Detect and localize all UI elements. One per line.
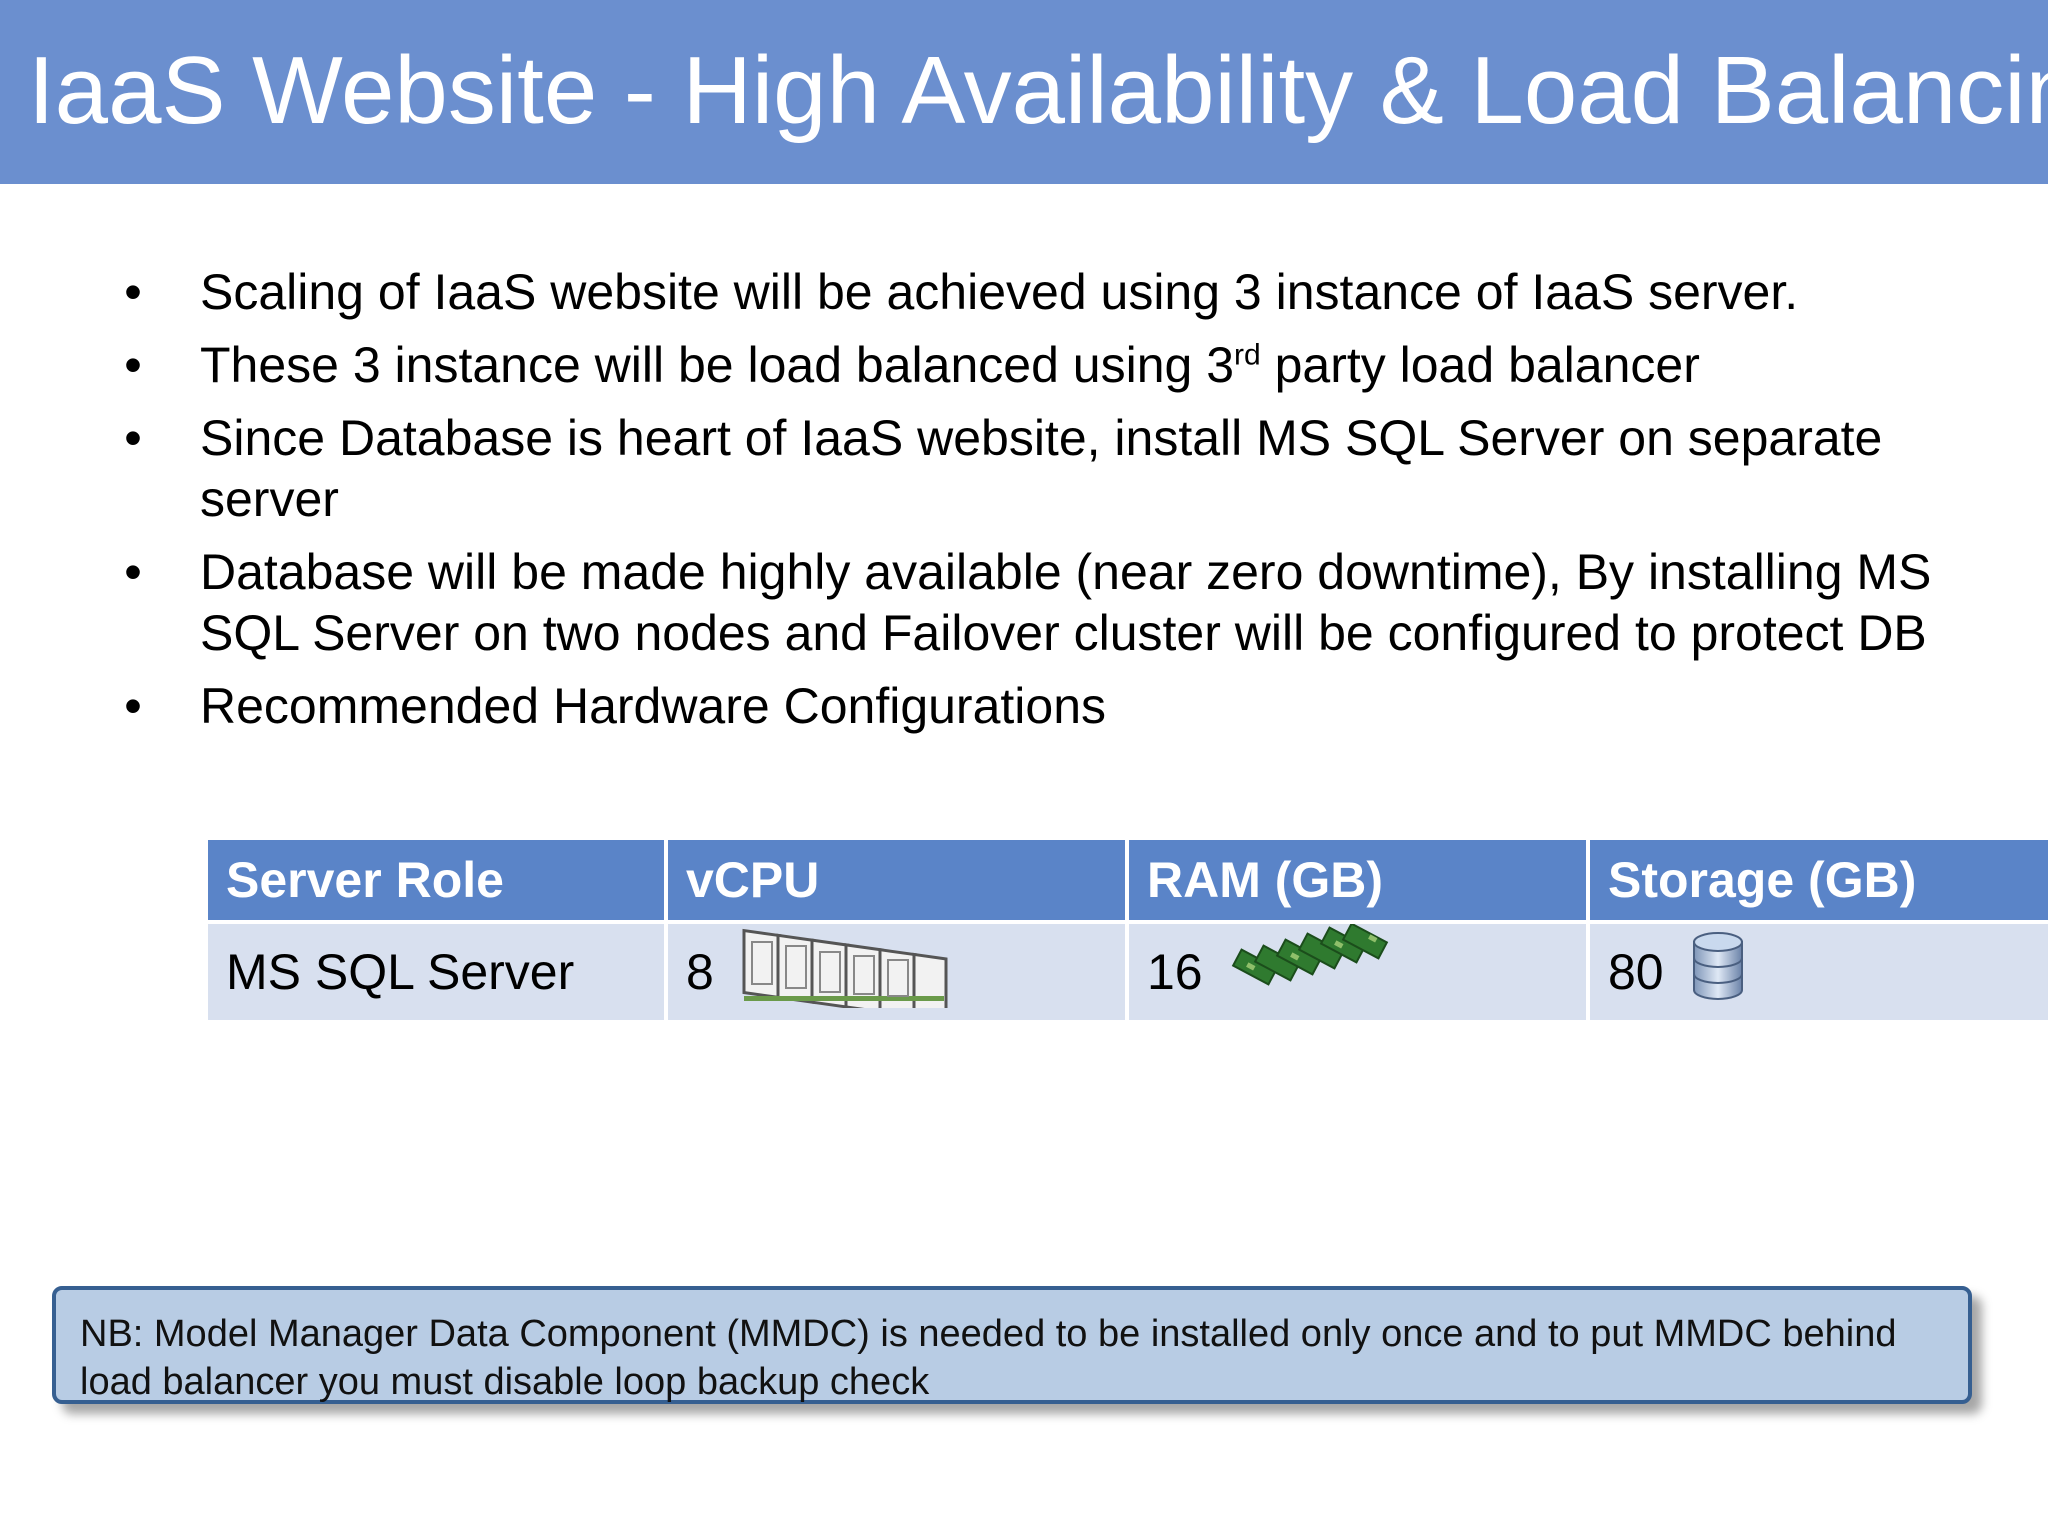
bullet-text: Recommended Hardware Configurations	[200, 678, 1107, 734]
note-text: NB: Model Manager Data Component (MMDC) …	[80, 1313, 1897, 1403]
cell-storage: 80	[1586, 920, 2048, 1024]
slide-title: IaaS Website - High Availability & Load …	[28, 37, 2048, 144]
bullet-dot: •	[124, 264, 142, 320]
column-header-storage: Storage (GB)	[1586, 836, 2048, 924]
bullet-list: • Scaling of IaaS website will be achiev…	[118, 262, 2018, 749]
column-header-server-role: Server Role	[204, 836, 668, 924]
cell-ram: 16	[1125, 920, 1590, 1024]
note-box: NB: Model Manager Data Component (MMDC) …	[52, 1286, 1972, 1404]
bullet-text-part: These 3 instance will be load balanced u…	[200, 337, 1235, 393]
bullet-text: Since Database is heart of IaaS website,…	[200, 410, 1883, 527]
bullet-dot: •	[124, 544, 142, 600]
cell-server-role: MS SQL Server	[204, 920, 668, 1024]
bullet-item: • Scaling of IaaS website will be achiev…	[118, 262, 2018, 323]
bullet-item: • These 3 instance will be load balanced…	[118, 335, 2018, 396]
database-disk-icon	[1690, 928, 1746, 1016]
bullet-text: Database will be made highly available (…	[200, 544, 1932, 661]
bullet-dot: •	[124, 678, 142, 734]
bullet-item: • Since Database is heart of IaaS websit…	[118, 408, 2018, 530]
storage-value: 80	[1608, 944, 1664, 1000]
bullet-dot: •	[124, 337, 142, 393]
bullet-text: These 3 instance will be load balanced u…	[200, 337, 1700, 393]
bullet-item: • Recommended Hardware Configurations	[118, 676, 2018, 737]
bullet-dot: •	[124, 410, 142, 466]
ram-value: 16	[1147, 944, 1203, 1000]
bullet-text: Scaling of IaaS website will be achieved…	[200, 264, 1799, 320]
cell-vcpu: 8	[664, 920, 1129, 1024]
column-header-ram: RAM (GB)	[1125, 836, 1590, 924]
title-bar: IaaS Website - High Availability & Load …	[0, 0, 2048, 184]
server-role-value: MS SQL Server	[226, 944, 575, 1000]
slide: IaaS Website - High Availability & Load …	[0, 0, 2048, 1536]
hardware-table: Server Role vCPU RAM (GB) Storage (GB) M…	[204, 836, 2048, 1024]
superscript-ordinal: rd	[1234, 338, 1261, 372]
column-header-vcpu: vCPU	[664, 836, 1129, 924]
cpu-chips-icon	[740, 924, 952, 1020]
ram-modules-icon	[1229, 922, 1397, 1020]
bullet-item: • Database will be made highly available…	[118, 542, 2018, 664]
table-header-row: Server Role vCPU RAM (GB) Storage (GB)	[204, 836, 2048, 924]
table-row: MS SQL Server 8 16 80	[204, 920, 2048, 1024]
bullet-text-part: party load balancer	[1260, 337, 1700, 393]
vcpu-value: 8	[686, 944, 714, 1000]
